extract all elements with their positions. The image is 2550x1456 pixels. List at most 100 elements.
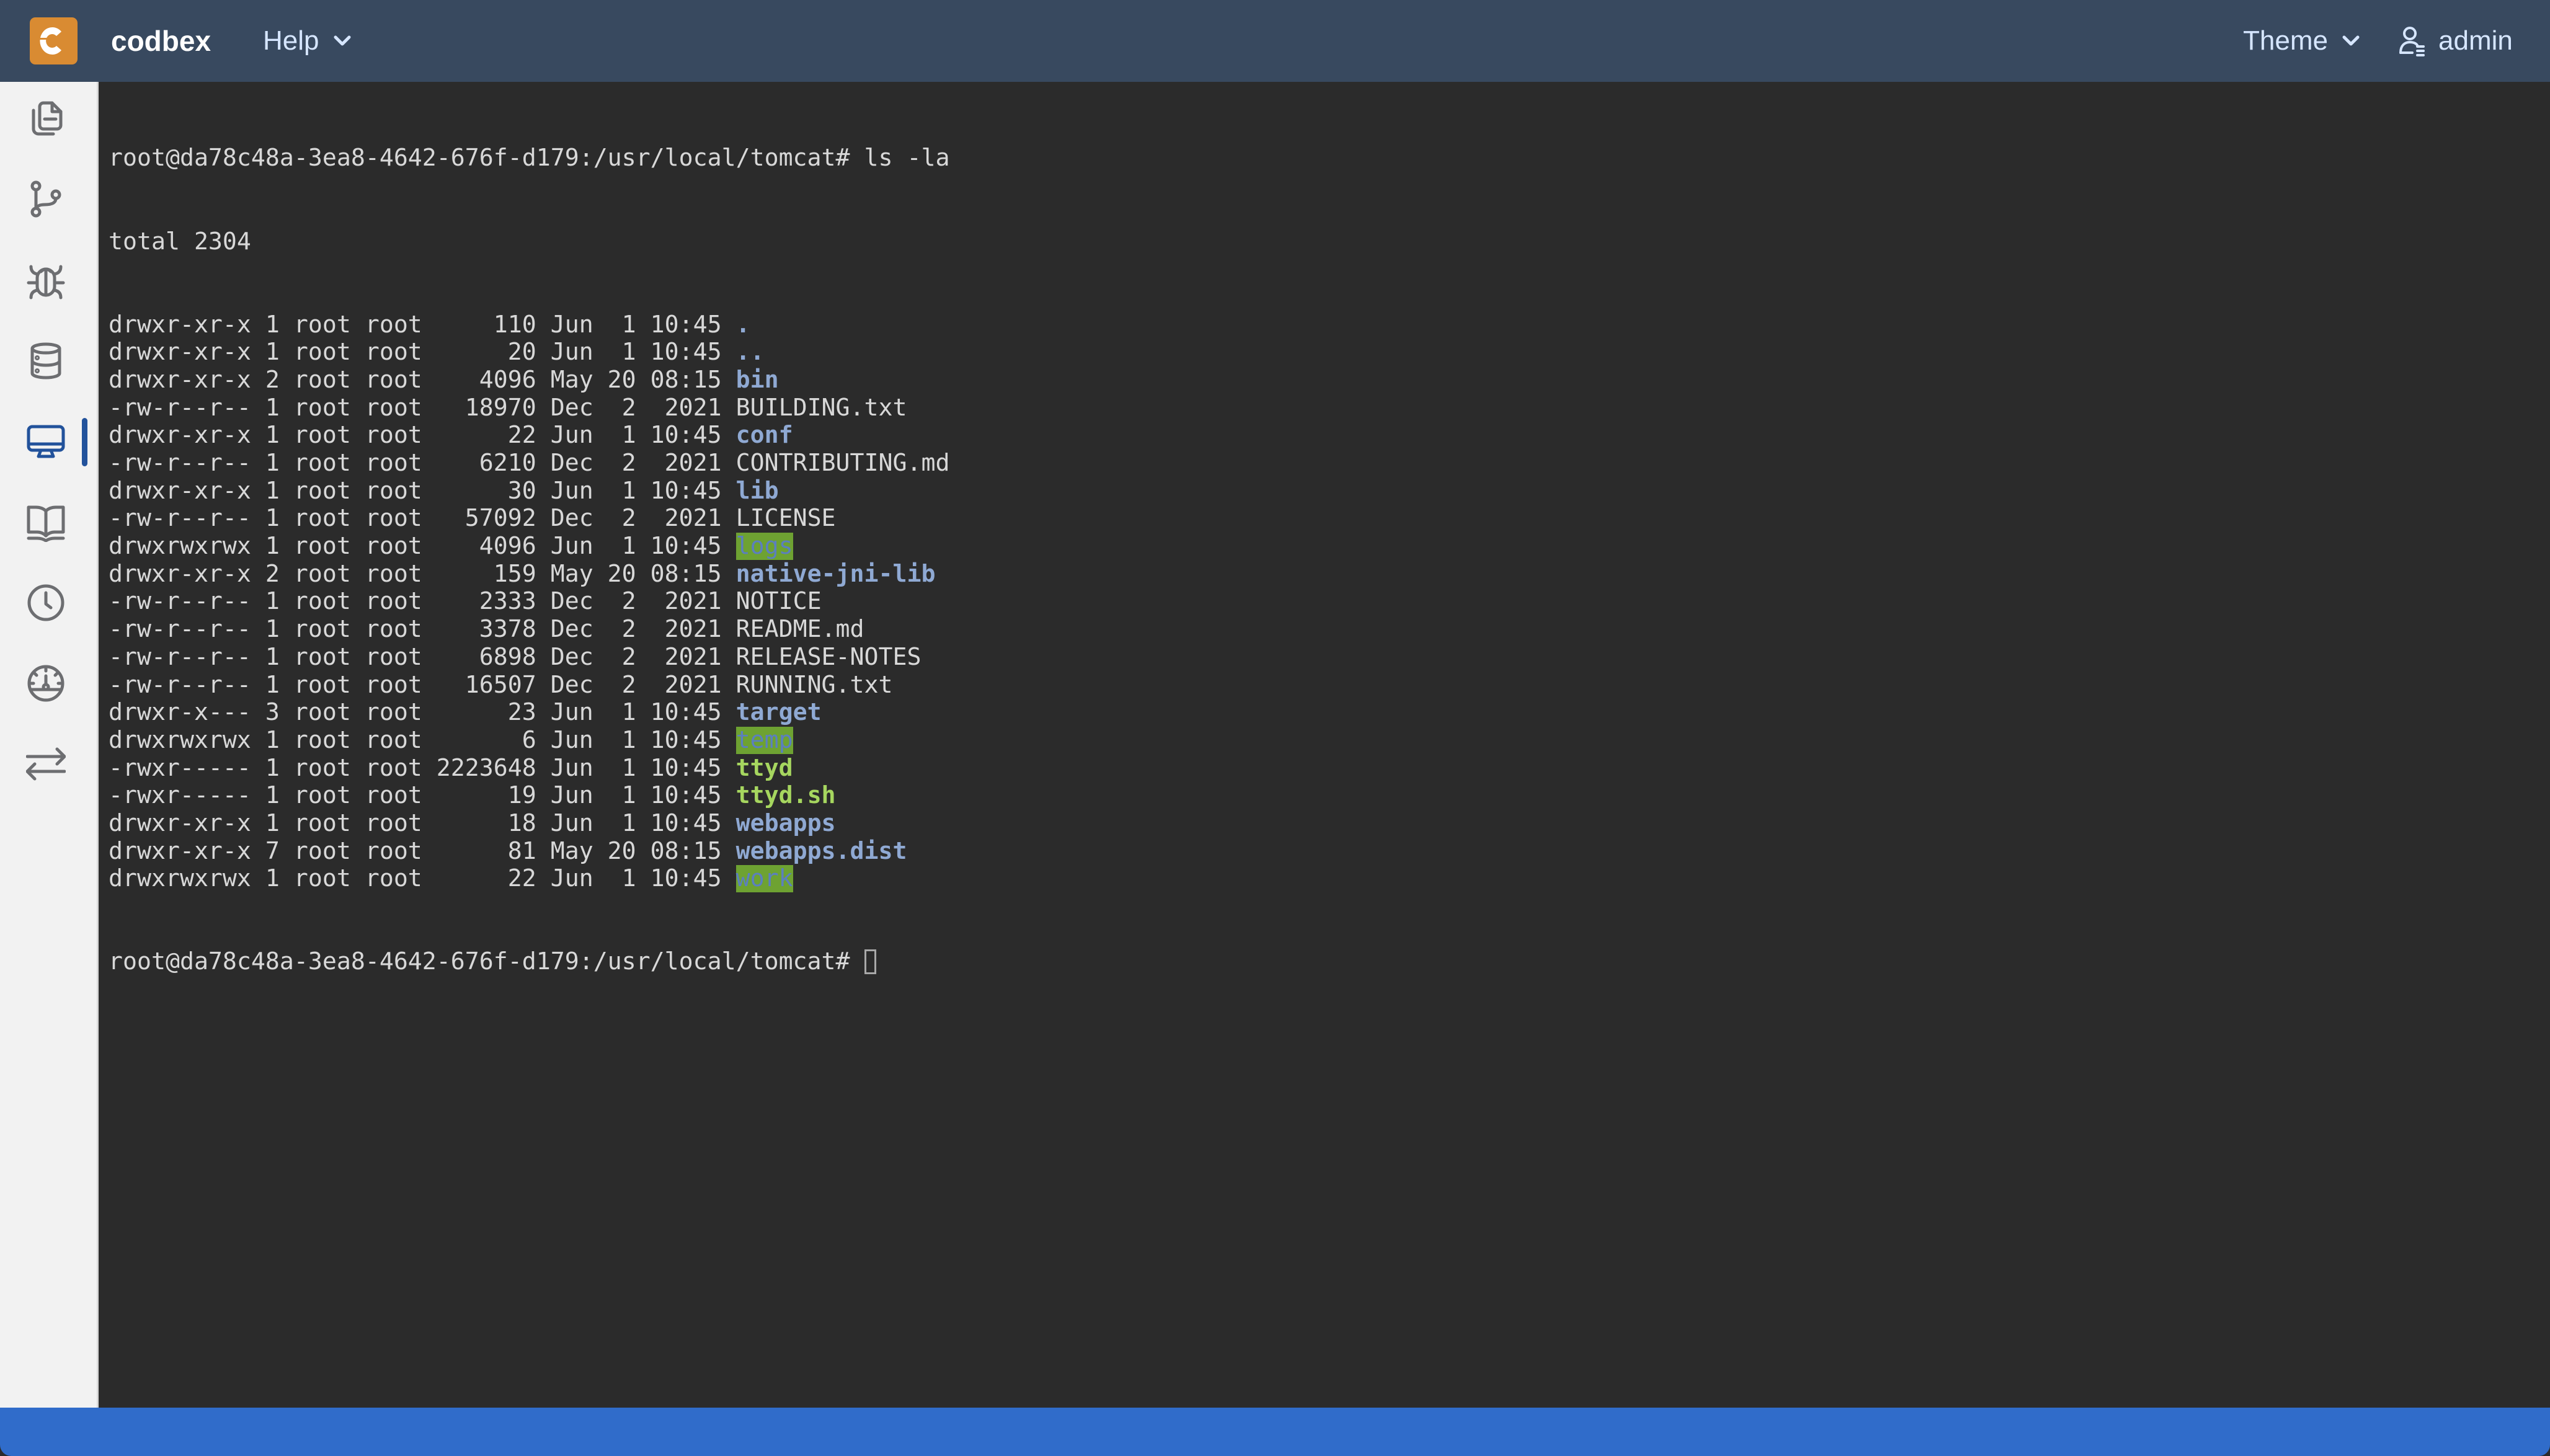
ls-row-meta: -rw-r--r-- 1 root root 2333 Dec 2 2021 — [109, 588, 736, 616]
ls-row: -rw-r--r-- 1 root root 18970 Dec 2 2021 … — [109, 394, 2550, 422]
ls-entry-name: README.md — [735, 616, 864, 644]
bug-icon — [27, 265, 65, 300]
book-open-icon — [27, 505, 65, 542]
top-header: codbex Help Theme admin — [0, 0, 2550, 82]
sidebar-item-database[interactable] — [0, 324, 97, 398]
ls-total-line: total 2304 — [109, 228, 251, 255]
user-name: admin — [2438, 25, 2513, 56]
ls-row-meta: -rwxr----- 1 root root 19 Jun 1 10:45 — [109, 782, 736, 810]
ls-row: -rw-r--r-- 1 root root 6898 Dec 2 2021 R… — [109, 644, 2550, 672]
brand-name[interactable]: codbex — [111, 22, 211, 60]
ls-row-meta: -rw-r--r-- 1 root root 18970 Dec 2 2021 — [109, 394, 736, 422]
ls-row-meta: drwxr-xr-x 1 root root 110 Jun 1 10:45 — [109, 311, 736, 339]
ls-row: drwxr-xr-x 2 root root 4096 May 20 08:15… — [109, 366, 2550, 394]
ls-entry-name: RELEASE-NOTES — [735, 643, 922, 671]
ls-row: -rwxr----- 1 root root 2223648 Jun 1 10:… — [109, 755, 2550, 783]
ls-entry-name: webapps — [735, 809, 836, 837]
sidebar-item-workbench[interactable] — [0, 82, 97, 156]
ls-row: drwxr-xr-x 1 root root 110 Jun 1 10:45 . — [109, 311, 2550, 339]
ls-row-meta: drwxr-xr-x 1 root root 20 Jun 1 10:45 — [109, 339, 736, 366]
git-branch-icon — [30, 180, 61, 218]
ls-row-meta: -rw-r--r-- 1 root root 3378 Dec 2 2021 — [109, 616, 736, 644]
ls-row-meta: -rwxr----- 1 root root 2223648 Jun 1 10:… — [109, 754, 736, 782]
chevron-down-icon — [334, 35, 350, 46]
sidebar-item-transport[interactable] — [0, 727, 97, 801]
monitor-icon — [27, 425, 65, 458]
arrows-exchange-icon — [26, 747, 66, 781]
clock-icon — [27, 584, 64, 621]
app-window: codbex Help Theme admin root@da78c48a-3e… — [0, 0, 2550, 1456]
terminal-output[interactable]: root@da78c48a-3ea8-4642-676f-d179:/usr/l… — [99, 82, 2550, 1408]
database-icon — [30, 342, 61, 380]
ls-entry-name: logs — [735, 533, 793, 561]
ls-row: drwxr-xr-x 1 root root 18 Jun 1 10:45 we… — [109, 810, 2550, 838]
terminal-command-line: root@da78c48a-3ea8-4642-676f-d179:/usr/l… — [109, 144, 2550, 172]
sidebar-item-documentation[interactable] — [0, 485, 97, 559]
ls-row: drwxrwxrwx 1 root root 6 Jun 1 10:45 tem… — [109, 726, 2550, 755]
ls-entry-name: NOTICE — [735, 588, 822, 616]
ls-row-meta: drwxr-xr-x 1 root root 30 Jun 1 10:45 — [109, 477, 736, 505]
user-menu[interactable]: admin — [2399, 22, 2513, 60]
sidebar-item-jobs[interactable] — [0, 566, 97, 640]
ls-row-meta: drwxr-x--- 3 root root 23 Jun 1 10:45 — [109, 699, 736, 727]
gauge-icon — [27, 665, 64, 702]
ls-row-meta: drwxr-xr-x 7 root root 81 May 20 08:15 — [109, 837, 736, 865]
ls-row: -rw-r--r-- 1 root root 2333 Dec 2 2021 N… — [109, 588, 2550, 616]
status-bar — [0, 1408, 2550, 1456]
ls-row: -rwxr----- 1 root root 19 Jun 1 10:45 tt… — [109, 782, 2550, 810]
ls-row: drwxr-xr-x 1 root root 20 Jun 1 10:45 .. — [109, 339, 2550, 366]
theme-menu[interactable]: Theme — [2243, 22, 2360, 60]
ls-entry-name: CONTRIBUTING.md — [735, 450, 950, 477]
ls-row: drwxr-xr-x 2 root root 159 May 20 08:15 … — [109, 561, 2550, 588]
sidebar-item-git[interactable] — [0, 162, 97, 237]
terminal-cursor — [864, 949, 876, 975]
ls-entry-name: ttyd — [735, 754, 793, 782]
ls-row: drwxrwxrwx 1 root root 4096 Jun 1 10:45 … — [109, 533, 2550, 561]
sidebar-item-debugger[interactable] — [0, 243, 97, 317]
ls-row: -rw-r--r-- 1 root root 6210 Dec 2 2021 C… — [109, 450, 2550, 477]
ls-row: drwxr-x--- 3 root root 23 Jun 1 10:45 ta… — [109, 699, 2550, 727]
ls-row-meta: drwxrwxrwx 1 root root 6 Jun 1 10:45 — [109, 726, 736, 754]
ls-entry-name: target — [735, 699, 822, 727]
ls-row-meta: -rw-r--r-- 1 root root 6898 Dec 2 2021 — [109, 643, 736, 671]
ls-row-meta: drwxr-xr-x 1 root root 18 Jun 1 10:45 — [109, 809, 736, 837]
ls-entry-name: conf — [735, 422, 793, 450]
ls-entry-name: native-jni-lib — [735, 560, 936, 588]
ls-entry-name: LICENSE — [735, 505, 836, 533]
sidebar-item-terminal[interactable] — [0, 404, 97, 479]
ls-entry-name: BUILDING.txt — [735, 394, 907, 422]
ls-row-meta: -rw-r--r-- 1 root root 16507 Dec 2 2021 — [109, 671, 736, 699]
ls-entry-name: webapps.dist — [735, 837, 907, 865]
ls-row: drwxrwxrwx 1 root root 22 Jun 1 10:45 wo… — [109, 865, 2550, 893]
shell-prompt: root@da78c48a-3ea8-4642-676f-d179:/usr/l… — [109, 948, 864, 976]
help-menu-label: Help — [263, 25, 319, 56]
ls-row-meta: -rw-r--r-- 1 root root 57092 Dec 2 2021 — [109, 505, 736, 533]
ls-row: drwxr-xr-x 1 root root 22 Jun 1 10:45 co… — [109, 422, 2550, 450]
ls-row: -rw-r--r-- 1 root root 16507 Dec 2 2021 … — [109, 672, 2550, 699]
help-menu[interactable]: Help — [263, 22, 352, 60]
chevron-down-icon — [2342, 35, 2360, 46]
terminal-input-line[interactable]: root@da78c48a-3ea8-4642-676f-d179:/usr/l… — [109, 948, 2550, 976]
ls-entry-name: RUNNING.txt — [735, 671, 893, 699]
shell-command: ls -la — [864, 144, 950, 172]
ls-row-meta: drwxrwxrwx 1 root root 22 Jun 1 10:45 — [109, 865, 736, 893]
files-icon — [32, 101, 63, 136]
ls-row: -rw-r--r-- 1 root root 57092 Dec 2 2021 … — [109, 505, 2550, 533]
ls-row: -rw-r--r-- 1 root root 3378 Dec 2 2021 R… — [109, 616, 2550, 644]
ls-entry-name: work — [735, 865, 793, 893]
ls-entry-name: lib — [735, 477, 779, 505]
ls-row-meta: drwxr-xr-x 2 root root 4096 May 20 08:15 — [109, 366, 736, 394]
shell-prompt: root@da78c48a-3ea8-4642-676f-d179:/usr/l… — [109, 144, 864, 172]
ls-entry-name: temp — [735, 726, 793, 754]
activity-sidebar — [0, 82, 99, 1408]
sidebar-item-operations[interactable] — [0, 646, 97, 721]
ls-row-meta: drwxr-xr-x 1 root root 22 Jun 1 10:45 — [109, 422, 736, 450]
ls-row-meta: drwxrwxrwx 1 root root 4096 Jun 1 10:45 — [109, 533, 736, 561]
active-indicator — [82, 418, 87, 466]
ls-entry-name: .. — [735, 339, 765, 366]
ls-entry-name: ttyd.sh — [735, 782, 836, 810]
user-settings-icon — [2399, 27, 2425, 56]
codbex-logo-icon[interactable] — [30, 17, 78, 64]
ls-row-meta: drwxr-xr-x 2 root root 159 May 20 08:15 — [109, 560, 736, 588]
ls-entry-name: bin — [735, 366, 779, 394]
